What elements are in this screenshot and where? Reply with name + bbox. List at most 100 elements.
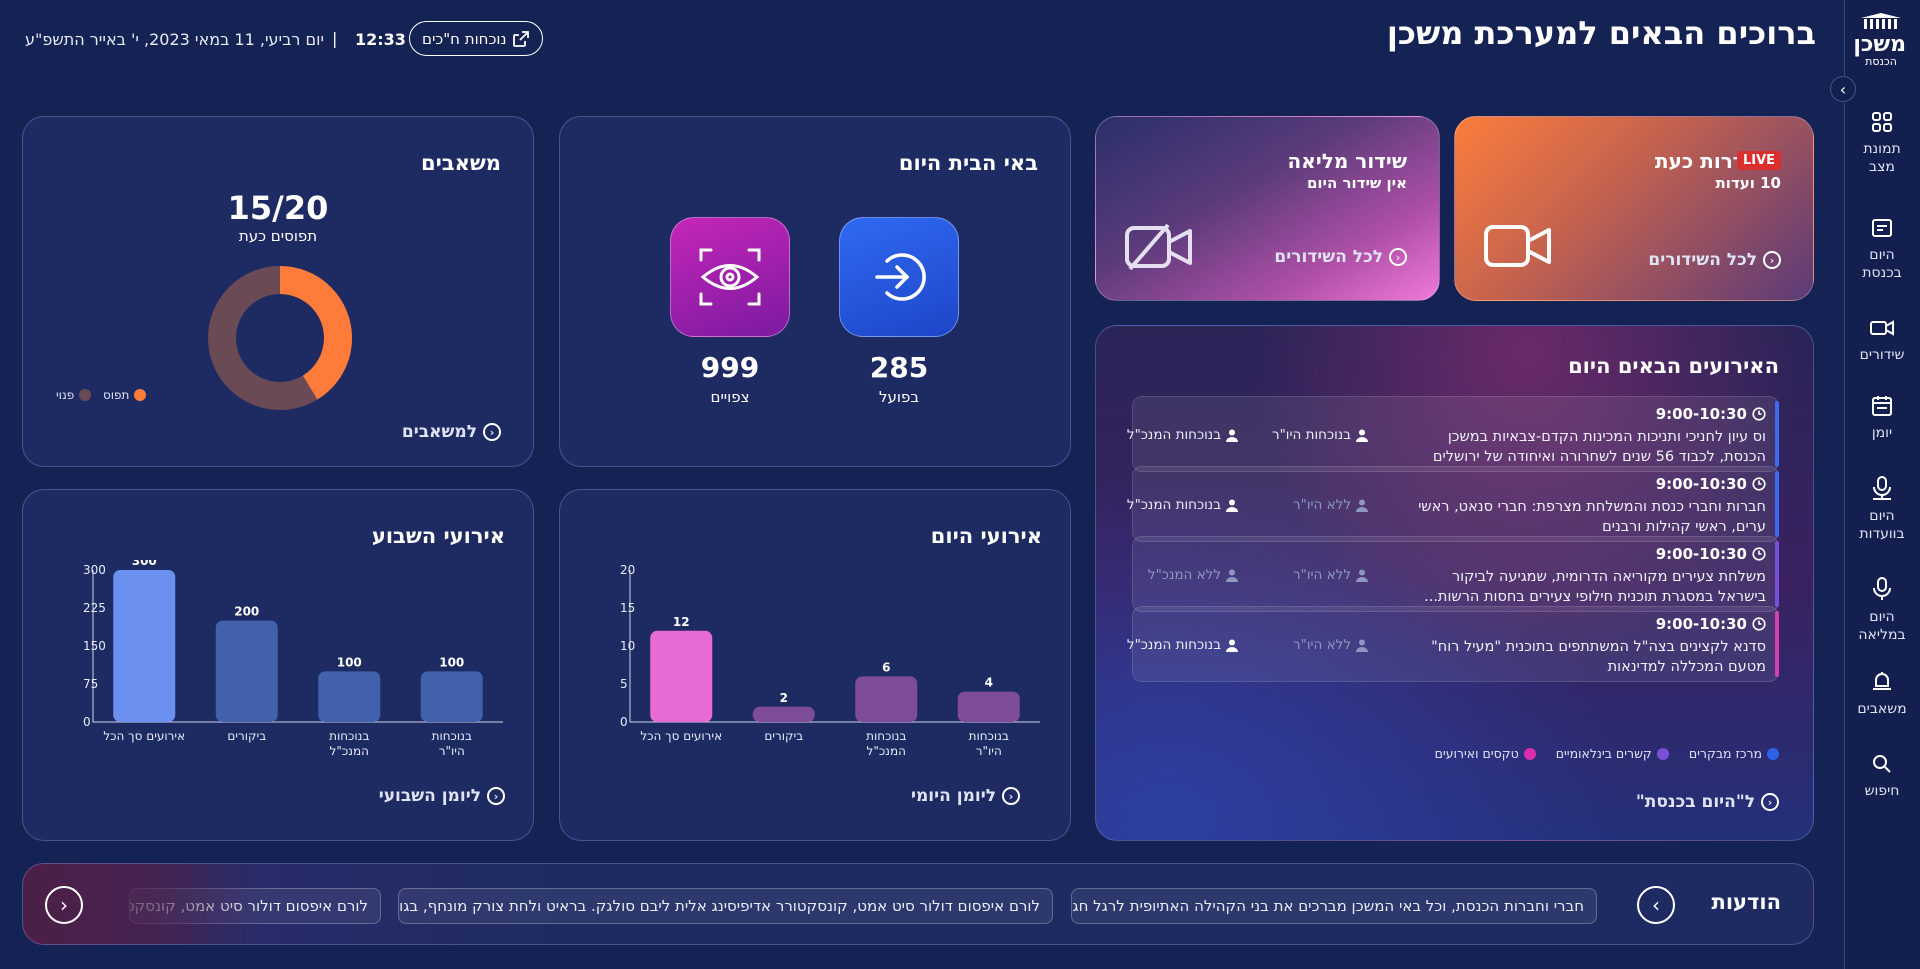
chair-attendance: ללא היו"ר [1293, 637, 1368, 653]
director-attendance: ללא המנכ"ל [1148, 567, 1238, 583]
today-in-knesset-link[interactable]: ‹ ל"היום בכנסת" [1636, 792, 1779, 812]
bar[interactable] [855, 676, 918, 722]
chevron-right-icon: › [1839, 79, 1847, 99]
eye-scan-icon [699, 248, 761, 306]
plenum-broadcast-card: שידור מליאה אין שידור היום ‹ לכל השידורי… [1095, 116, 1440, 301]
x-tick-label: ביקורים [764, 729, 803, 743]
actual-visitors-value: 285 [869, 351, 929, 384]
bar[interactable] [420, 671, 483, 722]
person-icon [1356, 569, 1368, 582]
card-title: האירועים הבאים היום [1568, 354, 1779, 378]
notices-next-button[interactable]: › [1637, 886, 1675, 924]
bar-value-label: 100 [337, 655, 362, 669]
notice-item[interactable]: חברי וחברות הכנסת, וכל באי המשכן מברכים … [1071, 888, 1597, 924]
external-link-icon [513, 30, 530, 47]
person-icon [1226, 569, 1238, 582]
chair-attendance: ללא היו"ר [1293, 497, 1368, 513]
grid-icon [1872, 112, 1892, 132]
all-broadcasts-link[interactable]: ‹ לכל השידורים [1274, 247, 1407, 267]
sidebar-item-agenda[interactable]: יומן [1844, 394, 1920, 442]
event-title: חברות וחברי כנסת והמשלחת מצרפת: חברי סנא… [1418, 499, 1766, 535]
legend-swatch [1523, 747, 1536, 760]
actual-visitors-label: בפועל [878, 388, 920, 406]
event-item[interactable]: 9:00-10:30 חברות וחברי כנסת והמשלחת מצרפת… [1127, 466, 1779, 542]
sidebar-item-broadcasts[interactable]: שידורים [1844, 316, 1920, 364]
chevron-circle-icon: ‹ [487, 787, 505, 805]
event-category-bar [1775, 541, 1779, 607]
sidebar-item-label: חיפוש [1864, 783, 1900, 799]
all-broadcasts-link[interactable]: ‹ לכל השידורים [1648, 250, 1781, 270]
x-tick-label: ביקורים [227, 729, 266, 743]
y-tick-label: 15 [620, 601, 635, 615]
expected-visitors-label: צפויים [710, 388, 750, 406]
legend-swatch [1656, 747, 1669, 760]
bar[interactable] [650, 630, 713, 722]
attendance-button[interactable]: נוכחות ח"כים [409, 21, 544, 56]
logo-subtext: הכנסת [1865, 55, 1897, 68]
chevron-circle-icon: ‹ [483, 423, 501, 441]
bar[interactable] [957, 691, 1020, 722]
resources-link[interactable]: ‹ למשאבים [402, 422, 501, 442]
sidebar-item-plenum[interactable]: היום במליאה [1844, 576, 1920, 644]
bar[interactable] [752, 706, 815, 722]
sidebar-nav: משכן הכנסת › תמונת מצב היום בכנסת שידורי… [1830, 0, 1920, 969]
legend-swatch [79, 389, 92, 401]
card-subtitle: אין שידור היום [1306, 174, 1407, 192]
sidebar-item-resources[interactable]: משאבים [1844, 670, 1920, 718]
event-item[interactable]: 9:00-10:30 וס עיון לחניכי ותניכות המכינות… [1127, 396, 1779, 472]
event-item[interactable]: 9:00-10:30 סדנא לקצינים בצה"ל המשתתפים בת… [1127, 606, 1779, 682]
video-off-icon [1125, 223, 1192, 271]
bar-value-label: 100 [439, 655, 464, 669]
sidebar-item-search[interactable]: חיפוש [1844, 752, 1920, 800]
event-item[interactable]: 9:00-10:30 משלחת צעירים מקוריאה הדרומית, … [1132, 536, 1779, 612]
app-logo[interactable]: משכן הכנסת [1853, 12, 1906, 68]
daily-events-card: אירועי היום 0 5 10 15 20 12 אירועים סך הכל 2 ביק… [559, 489, 1071, 841]
sidebar-item-status[interactable]: תמונת מצב [1844, 110, 1920, 176]
video-icon [1870, 320, 1894, 336]
microphone-icon [1873, 476, 1891, 500]
building-logo-icon [1861, 13, 1901, 29]
person-icon [1226, 499, 1238, 512]
resources-donut-chart [208, 266, 352, 410]
notices-prev-button[interactable]: ‹ [45, 886, 83, 924]
sidebar-item-label: היום בוועדות [1859, 508, 1905, 542]
notice-item[interactable]: לורם איפסום דולור סיט אמט, קונסקטורר אדי… [398, 888, 1053, 924]
legend-swatch [1767, 747, 1779, 760]
video-camera-icon [1484, 225, 1551, 267]
link-label: ליומן השבועי [378, 786, 481, 806]
sidebar-item-label: שידורים [1859, 347, 1905, 363]
event-title: וס עיון לחניכי ותניכות המכינות הקדם-צבאי… [1432, 429, 1766, 465]
sidebar-item-label: היום בכנסת [1862, 247, 1902, 281]
sidebar-item-today[interactable]: היום בכנסת [1844, 216, 1920, 282]
x-tick-label: בנוכחות המנכ"ל [329, 729, 369, 758]
weekly-agenda-link[interactable]: ‹ ליומן השבועי [379, 786, 505, 806]
y-tick-label: 20 [620, 563, 635, 577]
actual-visitors-icon [839, 217, 959, 337]
bar[interactable] [318, 671, 381, 722]
bar[interactable] [215, 620, 278, 722]
bar[interactable] [113, 570, 176, 722]
event-time: 9:00-10:30 [1656, 475, 1766, 493]
card-title: שידור מליאה [1287, 149, 1407, 173]
sidebar-item-label: היום במליאה [1858, 609, 1906, 643]
director-attendance: בנוכחות המנכ"ל [1127, 637, 1238, 653]
legend-free: פנוי [56, 388, 92, 402]
notices-title: הודעות [1711, 890, 1781, 914]
legend-label: פנוי [56, 388, 75, 402]
chevron-right-icon: › [1652, 893, 1660, 917]
sidebar-item-committees[interactable]: היום בוועדות [1844, 475, 1920, 543]
card-title: אירועי היום [930, 524, 1042, 548]
bar-value-label: 200 [234, 605, 259, 619]
expected-visitors-value: 999 [700, 351, 760, 384]
y-tick-label: 0 [83, 715, 91, 729]
calendar-doc-icon [1872, 219, 1892, 237]
daily-agenda-link[interactable]: ‹ ליומן היומי [911, 786, 1020, 806]
x-tick-label: אירועים סך הכל [640, 729, 722, 743]
sidebar-collapse-toggle[interactable]: › [1830, 76, 1856, 102]
page-title: ברוכים הבאים למערכת משכן [1386, 14, 1816, 52]
daily-events-bar-chart: 0 5 10 15 20 12 אירועים סך הכל 2 ביקורים 6 בנוכחות… [620, 563, 1040, 758]
y-tick-label: 5 [620, 677, 628, 691]
header-time: 12:33 [355, 30, 406, 49]
person-icon [1356, 499, 1368, 512]
header-date: יום רביעי, 11 במאי 2023, י' באייר התשפ"ע [25, 30, 325, 49]
